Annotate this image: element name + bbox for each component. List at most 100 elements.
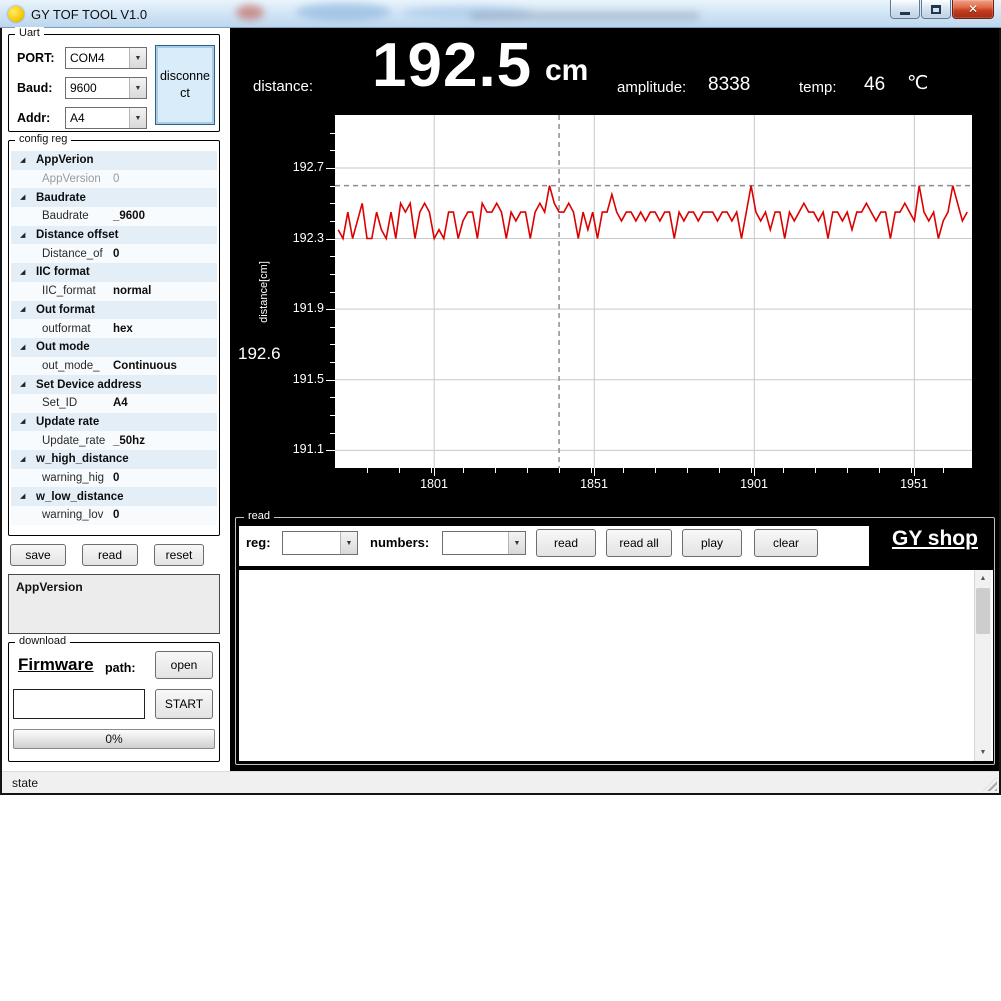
config-property-row[interactable]: Baudrate_9600 bbox=[11, 207, 217, 226]
property-name: IIC_format bbox=[42, 285, 109, 297]
property-name: AppVersion bbox=[42, 173, 109, 185]
property-value[interactable]: hex bbox=[113, 323, 133, 335]
config-group-header[interactable]: ◢ Set Device address bbox=[11, 375, 217, 394]
addr-select[interactable]: A4 ▼ bbox=[65, 107, 147, 129]
config-group-header[interactable]: ◢Update rate bbox=[11, 413, 217, 432]
property-value[interactable]: normal bbox=[113, 285, 151, 297]
expander-icon[interactable]: ◢ bbox=[20, 344, 30, 351]
close-button[interactable]: ✕ bbox=[952, 0, 994, 19]
dropdown-arrow-icon[interactable]: ▼ bbox=[129, 108, 146, 128]
property-name: out_mode_ bbox=[42, 360, 109, 372]
config-property-row[interactable]: Distance_of 0 bbox=[11, 244, 217, 263]
expander-icon[interactable]: ◢ bbox=[20, 269, 30, 276]
minimize-button[interactable] bbox=[890, 0, 920, 19]
config-group-header[interactable]: ◢w_low_distance bbox=[11, 487, 217, 506]
expander-icon[interactable]: ◢ bbox=[20, 456, 30, 463]
property-value[interactable]: _9600 bbox=[113, 210, 145, 222]
config-property-row[interactable]: IIC_format normal bbox=[11, 282, 217, 301]
read-button[interactable]: read bbox=[82, 544, 138, 566]
reg-select[interactable]: ▼ bbox=[282, 531, 358, 555]
dropdown-arrow-icon[interactable]: ▼ bbox=[340, 532, 357, 554]
config-property-row[interactable]: warning_lov0 bbox=[11, 506, 217, 525]
disconnect-button[interactable]: disconnect bbox=[155, 45, 215, 125]
baud-select[interactable]: 9600 ▼ bbox=[65, 77, 147, 99]
config-property-row[interactable]: outformathex bbox=[11, 319, 217, 338]
page: GY TOF TOOL V1.0 ✕ Uart PORT: COM4 ▼ bbox=[0, 0, 1001, 1001]
property-name: Distance_of bbox=[42, 248, 109, 260]
play-button[interactable]: play bbox=[682, 529, 742, 557]
port-select[interactable]: COM4 ▼ bbox=[65, 47, 147, 69]
addr-label: Addr: bbox=[17, 111, 50, 125]
open-button[interactable]: open bbox=[155, 651, 213, 679]
y-tick-mark bbox=[326, 168, 335, 169]
clear-button[interactable]: clear bbox=[754, 529, 818, 557]
config-group-header[interactable]: ◢w_high_distance bbox=[11, 450, 217, 469]
config-property-row[interactable]: warning_hig0 bbox=[11, 469, 217, 488]
uart-group: Uart PORT: COM4 ▼ Baud: 9600 ▼ Addr: A4 … bbox=[8, 34, 220, 132]
read-log[interactable] bbox=[239, 570, 993, 761]
expander-icon[interactable]: ◢ bbox=[20, 157, 30, 164]
config-property-row[interactable]: out_mode_ Continuous bbox=[11, 357, 217, 376]
config-header-label: AppVerion bbox=[36, 154, 94, 166]
property-value[interactable]: _50hz bbox=[113, 435, 145, 447]
config-group-header[interactable]: ◢ Distance offset bbox=[11, 226, 217, 245]
property-value[interactable]: 0 bbox=[113, 472, 119, 484]
save-button[interactable]: save bbox=[10, 544, 66, 566]
config-group-header[interactable]: ◢IIC format bbox=[11, 263, 217, 282]
maximize-icon bbox=[931, 5, 941, 14]
reg-value bbox=[283, 532, 340, 554]
scroll-down-icon[interactable]: ▼ bbox=[975, 744, 991, 761]
x-tick-mark bbox=[434, 468, 435, 476]
dropdown-arrow-icon[interactable]: ▼ bbox=[508, 532, 525, 554]
config-property-row[interactable]: Set_IDA4 bbox=[11, 394, 217, 413]
gy-shop-link[interactable]: GY shop bbox=[892, 527, 978, 551]
x-minor-tick bbox=[527, 468, 528, 473]
x-minor-tick bbox=[911, 468, 912, 473]
temp-unit-icon: ℃ bbox=[907, 72, 928, 95]
expander-icon[interactable]: ◢ bbox=[20, 232, 30, 239]
x-tick-mark bbox=[914, 468, 915, 476]
x-minor-tick bbox=[431, 468, 432, 473]
config-group-header[interactable]: ◢ Out mode bbox=[11, 338, 217, 357]
scrollbar-thumb[interactable] bbox=[976, 588, 990, 634]
read-all-button[interactable]: read all bbox=[606, 529, 672, 557]
property-value[interactable]: 0 bbox=[113, 173, 119, 185]
firmware-path-input[interactable] bbox=[13, 689, 145, 719]
property-name: Update_rate bbox=[42, 435, 109, 447]
x-tick-label: 1951 bbox=[889, 477, 939, 491]
config-header-label: Out mode bbox=[36, 341, 90, 353]
config-property-row[interactable]: Update_rate _50hz bbox=[11, 431, 217, 450]
log-scrollbar[interactable]: ▲ ▼ bbox=[974, 570, 991, 761]
numbers-select[interactable]: ▼ bbox=[442, 531, 526, 555]
expander-icon[interactable]: ◢ bbox=[20, 306, 30, 313]
config-group-header[interactable]: ◢Baudrate bbox=[11, 188, 217, 207]
panel-read-button[interactable]: read bbox=[536, 529, 596, 557]
config-property-row[interactable]: AppVersion 0 bbox=[11, 170, 217, 189]
config-header-label: Set Device address bbox=[36, 379, 141, 391]
maximize-button[interactable] bbox=[921, 0, 951, 19]
x-tick-label: 1851 bbox=[569, 477, 619, 491]
expander-icon[interactable]: ◢ bbox=[20, 194, 30, 201]
resize-grip[interactable] bbox=[983, 777, 997, 791]
property-value[interactable]: 0 bbox=[113, 509, 119, 521]
config-header-label: Distance offset bbox=[36, 229, 118, 241]
expander-icon[interactable]: ◢ bbox=[20, 381, 30, 388]
config-group-header[interactable]: ◢Out format bbox=[11, 301, 217, 320]
dropdown-arrow-icon[interactable]: ▼ bbox=[129, 48, 146, 68]
distance-value: 192.5 bbox=[372, 30, 532, 101]
reset-button[interactable]: reset bbox=[154, 544, 204, 566]
expander-icon[interactable]: ◢ bbox=[20, 493, 30, 500]
dropdown-arrow-icon[interactable]: ▼ bbox=[129, 78, 146, 98]
start-button[interactable]: START bbox=[155, 689, 213, 719]
property-value[interactable]: A4 bbox=[113, 397, 128, 409]
expander-icon[interactable]: ◢ bbox=[20, 418, 30, 425]
scroll-up-icon[interactable]: ▲ bbox=[975, 570, 991, 587]
chart-plot[interactable] bbox=[335, 115, 972, 468]
config-group-header[interactable]: ◢ AppVerion bbox=[11, 151, 217, 170]
property-value[interactable]: 0 bbox=[113, 248, 119, 260]
property-value[interactable]: Continuous bbox=[113, 360, 177, 372]
x-minor-tick bbox=[399, 468, 400, 473]
download-group-label: download bbox=[15, 635, 70, 647]
y-tick-mark bbox=[326, 450, 335, 451]
config-reg-group: config reg ◢AppVerionAppVersion0◢Baudrat… bbox=[8, 140, 220, 536]
